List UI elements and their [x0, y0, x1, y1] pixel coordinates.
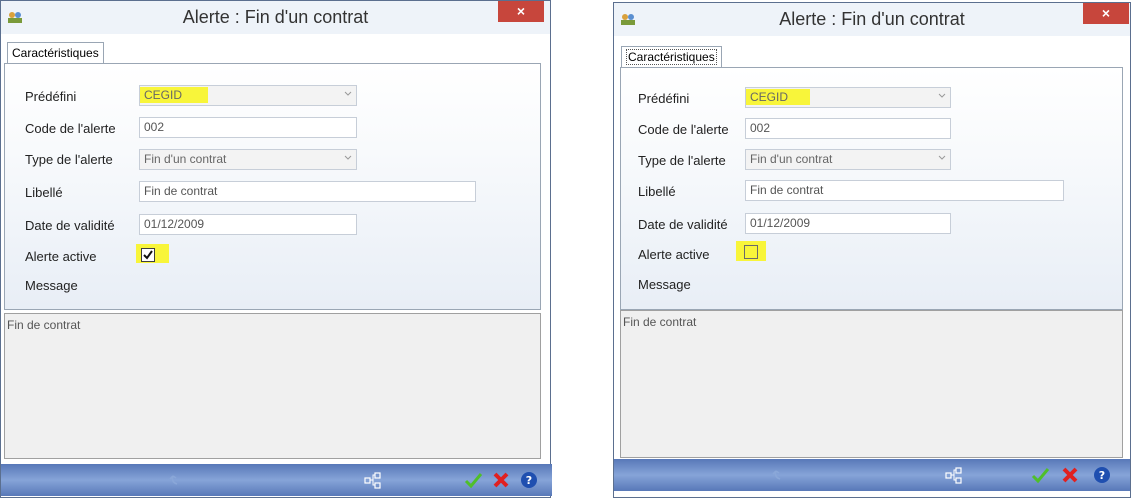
chevron-down-icon [938, 93, 946, 98]
label-date: Date de validité [25, 218, 115, 233]
code-input[interactable]: 002 [745, 118, 951, 139]
label-predefini: Prédéfini [25, 89, 77, 104]
checkmark-icon [143, 250, 153, 260]
cancel-icon[interactable] [491, 470, 511, 490]
label-message: Message [25, 278, 78, 293]
help-icon[interactable]: ? [1092, 465, 1112, 485]
svg-text:?: ? [526, 474, 532, 487]
tree-icon[interactable] [363, 470, 383, 490]
label-message: Message [638, 277, 691, 292]
svg-text:?: ? [1099, 469, 1105, 482]
alert-active-checkbox[interactable] [141, 248, 155, 262]
predefini-select[interactable]: CEGID [139, 85, 357, 106]
alert-dialog-right: Alerte : Fin d'un contrat × Caractéristi… [613, 2, 1131, 498]
title-bar: Alerte : Fin d'un contrat × [1, 1, 550, 34]
title-bar: Alerte : Fin d'un contrat × [614, 3, 1130, 36]
undo-icon[interactable] [770, 465, 790, 485]
bottom-toolbar: ? [1, 464, 552, 496]
close-button[interactable]: × [498, 1, 544, 22]
tab-caracteristiques[interactable]: Caractéristiques [7, 42, 104, 63]
date-input[interactable]: 01/12/2009 [139, 214, 357, 235]
type-select[interactable]: Fin d'un contrat [745, 149, 951, 170]
type-value: Fin d'un contrat [750, 152, 833, 166]
message-textarea[interactable]: Fin de contrat [620, 310, 1123, 458]
label-active: Alerte active [25, 249, 97, 264]
chevron-down-icon [344, 155, 352, 160]
validate-icon[interactable] [1030, 465, 1050, 485]
tree-icon[interactable] [944, 465, 964, 485]
help-icon[interactable]: ? [519, 470, 539, 490]
code-input[interactable]: 002 [139, 117, 357, 138]
label-code: Code de l'alerte [638, 122, 729, 137]
label-libelle: Libellé [25, 185, 63, 200]
label-code: Code de l'alerte [25, 121, 116, 136]
undo-icon[interactable] [167, 470, 187, 490]
predefini-select[interactable]: CEGID [745, 87, 951, 108]
label-libelle: Libellé [638, 184, 676, 199]
predefini-value: CEGID [746, 89, 811, 105]
alert-active-checkbox[interactable] [744, 245, 758, 259]
type-select[interactable]: Fin d'un contrat [139, 149, 357, 170]
chevron-down-icon [938, 155, 946, 160]
label-active: Alerte active [638, 247, 710, 262]
label-type: Type de l'alerte [25, 152, 113, 167]
alert-dialog-left: Alerte : Fin d'un contrat × Caractéristi… [0, 0, 552, 498]
dialog-title: Alerte : Fin d'un contrat [182, 7, 369, 27]
tab-label: Caractéristiques [626, 49, 717, 65]
tab-label: Caractéristiques [12, 46, 99, 60]
cancel-icon[interactable] [1060, 465, 1080, 485]
message-textarea[interactable]: Fin de contrat [4, 313, 541, 459]
date-input[interactable]: 01/12/2009 [745, 213, 951, 234]
validate-icon[interactable] [463, 470, 483, 490]
bottom-toolbar: ? [614, 459, 1130, 491]
dialog-title: Alerte : Fin d'un contrat [779, 9, 965, 29]
libelle-input[interactable]: Fin de contrat [745, 180, 1064, 201]
label-type: Type de l'alerte [638, 153, 726, 168]
close-button[interactable]: × [1083, 3, 1129, 24]
libelle-input[interactable]: Fin de contrat [139, 181, 476, 202]
predefini-value: CEGID [140, 87, 209, 103]
label-predefini: Prédéfini [638, 91, 690, 106]
type-value: Fin d'un contrat [144, 152, 227, 166]
chevron-down-icon [344, 91, 352, 96]
tab-caracteristiques[interactable]: Caractéristiques [621, 46, 722, 67]
label-date: Date de validité [638, 217, 728, 232]
